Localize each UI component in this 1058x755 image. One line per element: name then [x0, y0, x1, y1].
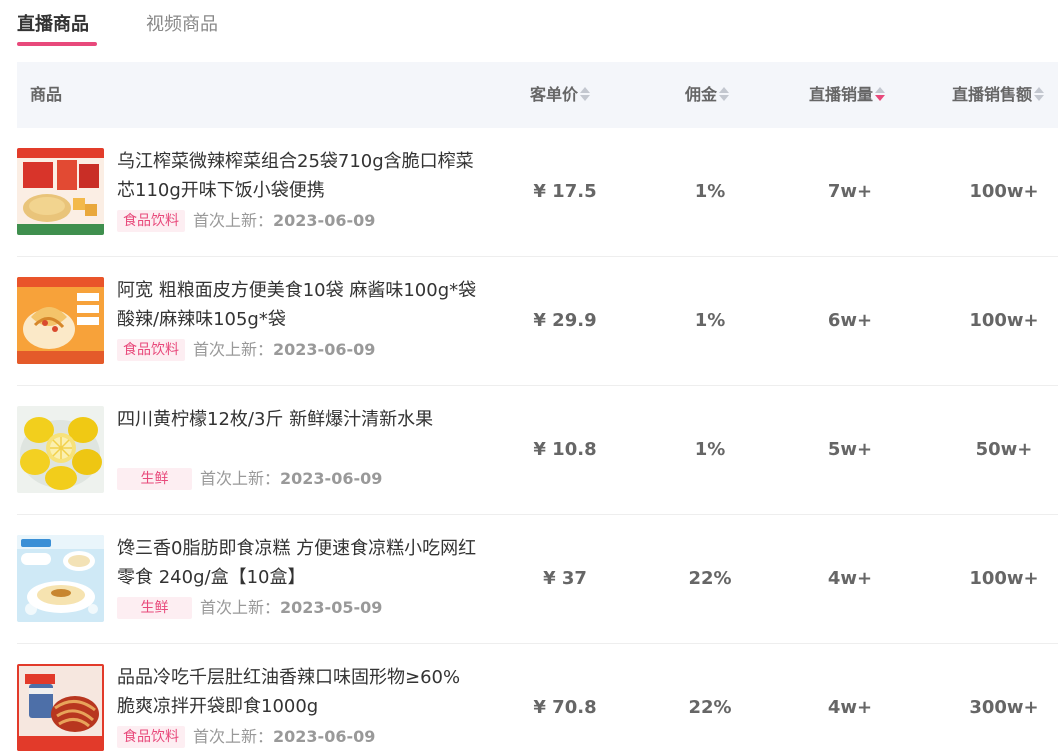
product-table: 商品 客单价 佣金 直播销量 直播销售额 乌江榨菜微辣榨菜组合25袋710g含脆…: [17, 62, 1058, 755]
pickled-vegetable-product-image[interactable]: [17, 148, 104, 235]
live-sales-value: 100w+: [969, 181, 1039, 202]
price-value: ¥ 17.5: [533, 181, 597, 202]
price-value: ¥ 29.9: [533, 310, 597, 331]
header-live-volume-label: 直播销量: [809, 85, 874, 104]
header-live-sales[interactable]: 直播销售额: [952, 62, 1045, 128]
table-row[interactable]: 乌江榨菜微辣榨菜组合25袋710g含脆口榨菜芯110g开味下饭小袋便携 食品饮料…: [17, 128, 1058, 257]
category-tag: 食品饮料: [117, 210, 185, 232]
header-live-sales-label: 直播销售额: [952, 85, 1033, 104]
price-value: ¥ 10.8: [533, 439, 597, 460]
product-meta: 食品饮料 首次上新：2023-06-09: [117, 726, 375, 748]
table-row[interactable]: 馋三香0脂肪即食凉糕 方便速食凉糕小吃网红零食 240g/盒【10盒】 生鲜 首次…: [17, 515, 1058, 644]
commission-value: 1%: [694, 439, 726, 460]
sort-arrows-icon[interactable]: [719, 86, 730, 102]
table-row[interactable]: 品品冷吃千层肚红油香辣口味固形物≥60%脆爽凉拌开袋即食1000g 食品饮料 首次…: [17, 644, 1058, 755]
header-price[interactable]: 客单价: [530, 62, 591, 128]
first-listed-label: 首次上新：: [200, 469, 281, 488]
first-listed-date: 2023-05-09: [280, 598, 383, 617]
product-title[interactable]: 阿宽 粗粮面皮方便美食10袋 麻酱味100g*袋 酸辣/麻辣味105g*袋: [117, 276, 477, 334]
noodle-product-image[interactable]: [17, 277, 104, 364]
live-volume-value: 6w+: [827, 310, 873, 331]
live-volume-value: 5w+: [827, 439, 873, 460]
live-sales-value: 100w+: [969, 310, 1039, 331]
live-volume-value: 4w+: [827, 568, 873, 589]
category-tag: 生鲜: [117, 468, 192, 490]
jelly-cake-product-image[interactable]: [17, 535, 104, 622]
product-meta: 食品饮料 首次上新：2023-06-09: [117, 339, 375, 361]
sort-arrows-icon[interactable]: [1034, 86, 1045, 102]
header-price-label: 客单价: [530, 85, 579, 104]
live-sales-value: 100w+: [969, 568, 1039, 589]
sort-descending-icon[interactable]: [875, 86, 886, 102]
category-tag: 生鲜: [117, 597, 192, 619]
spicy-tripe-product-image[interactable]: [17, 664, 104, 751]
live-volume-value: 4w+: [827, 697, 873, 718]
first-listed-date: 2023-06-09: [273, 727, 376, 746]
price-value: ¥ 37: [543, 568, 587, 589]
live-volume-value: 7w+: [827, 181, 873, 202]
table-row[interactable]: 阿宽 粗粮面皮方便美食10袋 麻酱味100g*袋 酸辣/麻辣味105g*袋 食品…: [17, 257, 1058, 386]
product-title[interactable]: 馋三香0脂肪即食凉糕 方便速食凉糕小吃网红零食 240g/盒【10盒】: [117, 534, 477, 592]
header-commission[interactable]: 佣金: [685, 62, 730, 128]
header-product: 商品: [30, 85, 63, 104]
first-listed-date: 2023-06-09: [280, 469, 383, 488]
price-value: ¥ 70.8: [533, 697, 597, 718]
commission-value: 22%: [688, 568, 732, 589]
category-tag: 食品饮料: [117, 726, 185, 748]
product-meta: 食品饮料 首次上新：2023-06-09: [117, 210, 375, 232]
first-listed-label: 首次上新：: [200, 598, 281, 617]
tab-bar: 直播商品 视频商品: [0, 0, 1058, 50]
commission-value: 1%: [694, 310, 726, 331]
category-tag: 食品饮料: [117, 339, 185, 361]
table-header: 商品 客单价 佣金 直播销量 直播销售额: [17, 62, 1058, 128]
tab-live-products[interactable]: 直播商品: [17, 12, 89, 38]
product-title[interactable]: 品品冷吃千层肚红油香辣口味固形物≥60%脆爽凉拌开袋即食1000g: [117, 663, 477, 721]
sort-arrows-icon[interactable]: [580, 86, 591, 102]
table-row[interactable]: 四川黄柠檬12枚/3斤 新鲜爆汁清新水果 生鲜 首次上新：2023-06-09 ¥…: [17, 386, 1058, 515]
first-listed-label: 首次上新：: [193, 727, 274, 746]
product-title[interactable]: 四川黄柠檬12枚/3斤 新鲜爆汁清新水果: [117, 405, 477, 434]
lemon-product-image[interactable]: [17, 406, 104, 493]
product-meta: 生鲜 首次上新：2023-06-09: [117, 468, 382, 490]
header-live-volume[interactable]: 直播销量: [809, 62, 886, 128]
header-commission-label: 佣金: [685, 85, 718, 104]
commission-value: 22%: [688, 697, 732, 718]
first-listed-date: 2023-06-09: [273, 211, 376, 230]
tab-video-products[interactable]: 视频商品: [146, 12, 218, 38]
first-listed-label: 首次上新：: [193, 211, 274, 230]
live-sales-value: 300w+: [969, 697, 1039, 718]
first-listed-date: 2023-06-09: [273, 340, 376, 359]
live-sales-value: 50w+: [975, 439, 1033, 460]
product-meta: 生鲜 首次上新：2023-05-09: [117, 597, 382, 619]
commission-value: 1%: [694, 181, 726, 202]
product-title[interactable]: 乌江榨菜微辣榨菜组合25袋710g含脆口榨菜芯110g开味下饭小袋便携: [117, 147, 477, 205]
first-listed-label: 首次上新：: [193, 340, 274, 359]
active-tab-indicator: [17, 42, 97, 46]
